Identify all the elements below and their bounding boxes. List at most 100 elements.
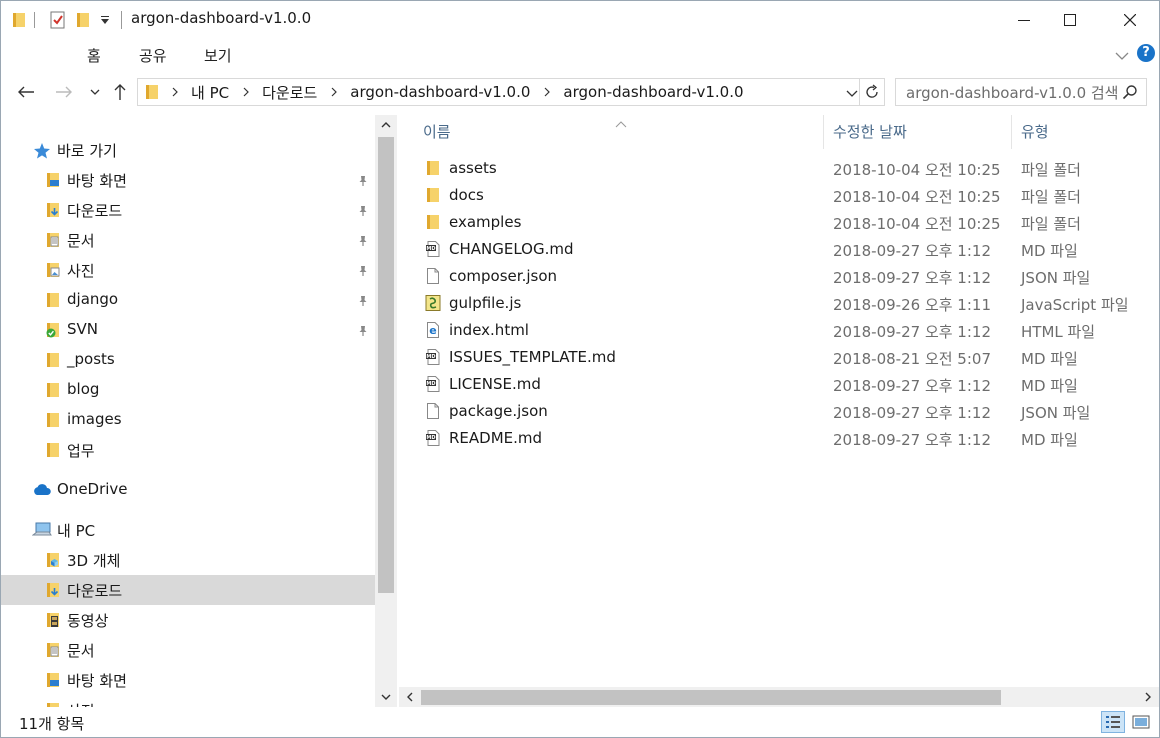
- tab-view[interactable]: 보기: [204, 45, 232, 66]
- column-header-name[interactable]: 이름: [423, 121, 451, 142]
- new-folder-icon[interactable]: [75, 10, 91, 30]
- search-input[interactable]: argon-dashboard-v1.0.0 검색: [895, 78, 1147, 106]
- up-arrow-icon: [114, 84, 126, 100]
- expand-ribbon-icon[interactable]: [1115, 47, 1129, 65]
- pin-icon[interactable]: [357, 173, 369, 191]
- file-type: HTML 파일: [1021, 323, 1096, 341]
- svg-text:MD: MD: [426, 435, 435, 441]
- chevron-right-icon[interactable]: [544, 87, 551, 97]
- file-row[interactable]: examples 2018-10-04 오전 10:25 파일 폴더: [399, 209, 1159, 236]
- nav-pane-scrollbar[interactable]: [375, 115, 397, 707]
- file-name: ISSUES_TEMPLATE.md: [449, 348, 616, 366]
- minimize-button[interactable]: [1001, 1, 1047, 39]
- scroll-right-icon[interactable]: [1137, 687, 1159, 707]
- sidebar-item[interactable]: 다운로드: [1, 195, 375, 225]
- breadcrumb-this-pc[interactable]: 내 PC: [191, 82, 229, 103]
- properties-icon[interactable]: [49, 10, 67, 30]
- column-divider[interactable]: [823, 115, 824, 149]
- scrollbar-thumb[interactable]: [378, 137, 394, 593]
- back-button[interactable]: [15, 81, 37, 103]
- nav-item-label: 다운로드: [67, 202, 123, 220]
- scroll-down-icon[interactable]: [375, 687, 397, 707]
- file-row[interactable]: gulpfile.js 2018-09-26 오후 1:11 JavaScript …: [399, 290, 1159, 317]
- file-row[interactable]: MD CHANGELOG.md 2018-09-27 오후 1:12 MD 파일: [399, 236, 1159, 263]
- nav-quick-access[interactable]: 바로 가기: [1, 135, 375, 165]
- chevron-right-icon[interactable]: [172, 87, 179, 97]
- forward-arrow-icon: [56, 86, 72, 98]
- recent-locations-button[interactable]: [84, 81, 106, 103]
- chevron-down-icon: [90, 89, 100, 95]
- sidebar-item[interactable]: 바탕 화면: [1, 165, 375, 195]
- column-divider[interactable]: [1011, 115, 1012, 149]
- sidebar-item[interactable]: 업무: [1, 435, 375, 465]
- file-date: 2018-09-27 오후 1:12: [833, 242, 991, 260]
- large-icons-view-button[interactable]: [1129, 711, 1153, 733]
- file-row[interactable]: assets 2018-10-04 오전 10:25 파일 폴더: [399, 155, 1159, 182]
- breadcrumb-downloads[interactable]: 다운로드: [262, 82, 317, 103]
- file-row[interactable]: MD LICENSE.md 2018-09-27 오후 1:12 MD 파일: [399, 371, 1159, 398]
- pin-icon[interactable]: [357, 323, 369, 341]
- file-row[interactable]: package.json 2018-09-27 오후 1:12 JSON 파일: [399, 398, 1159, 425]
- file-date: 2018-08-21 오전 5:07: [833, 350, 991, 368]
- file-row[interactable]: docs 2018-10-04 오전 10:25 파일 폴더: [399, 182, 1159, 209]
- folder-icon: [45, 442, 61, 458]
- sidebar-item[interactable]: 문서: [1, 225, 375, 255]
- tab-home[interactable]: 홈: [87, 45, 101, 66]
- file-type: JSON 파일: [1021, 404, 1091, 422]
- file-name: composer.json: [449, 267, 558, 285]
- sidebar-item[interactable]: blog: [1, 375, 375, 405]
- file-name: index.html: [449, 321, 529, 339]
- toolbar-divider: [34, 10, 35, 30]
- scrollbar-thumb[interactable]: [421, 690, 1001, 705]
- file-row[interactable]: e index.html 2018-09-27 오후 1:12 HTML 파일: [399, 317, 1159, 344]
- column-header-date[interactable]: 수정한 날짜: [833, 121, 907, 142]
- address-bar[interactable]: 내 PC 다운로드 argon-dashboard-v1.0.0 argon-d…: [137, 78, 885, 106]
- close-button[interactable]: [1107, 1, 1153, 39]
- file-row[interactable]: MD ISSUES_TEMPLATE.md 2018-08-21 오전 5:07 MD…: [399, 344, 1159, 371]
- breadcrumb-parent-folder[interactable]: argon-dashboard-v1.0.0: [350, 83, 530, 101]
- search-icon[interactable]: [1122, 84, 1138, 104]
- sidebar-item[interactable]: 문서: [1, 635, 375, 665]
- maximize-button[interactable]: [1047, 1, 1093, 39]
- file-row[interactable]: MD README.md 2018-09-27 오후 1:12 MD 파일: [399, 425, 1159, 452]
- file-name: LICENSE.md: [449, 375, 541, 393]
- tab-share[interactable]: 공유: [139, 45, 167, 66]
- pin-icon[interactable]: [357, 203, 369, 221]
- sidebar-item[interactable]: SVN: [1, 315, 375, 345]
- sidebar-item[interactable]: django: [1, 285, 375, 315]
- address-history-chevron-icon[interactable]: [846, 85, 858, 103]
- star-icon: [33, 142, 50, 159]
- nav-this-pc[interactable]: 내 PC: [1, 515, 375, 545]
- sidebar-item[interactable]: 바탕 화면: [1, 665, 375, 695]
- sidebar-item[interactable]: 사진: [1, 695, 375, 707]
- scroll-left-icon[interactable]: [399, 687, 421, 707]
- documents-folder-icon: [45, 642, 61, 658]
- md-file-icon: MD: [425, 430, 441, 446]
- nav-onedrive[interactable]: OneDrive: [1, 475, 375, 505]
- breadcrumb-current-folder[interactable]: argon-dashboard-v1.0.0: [563, 83, 743, 101]
- column-header-type[interactable]: 유형: [1021, 121, 1049, 142]
- up-button[interactable]: [109, 81, 131, 103]
- folder-icon: [45, 352, 61, 368]
- chevron-right-icon[interactable]: [243, 87, 250, 97]
- sidebar-item[interactable]: 동영상: [1, 605, 375, 635]
- chevron-right-icon[interactable]: [331, 87, 338, 97]
- forward-button[interactable]: [53, 81, 75, 103]
- scroll-up-icon[interactable]: [375, 115, 397, 135]
- nav-item-label: images: [67, 410, 122, 428]
- sidebar-item[interactable]: 사진: [1, 255, 375, 285]
- details-view-button[interactable]: [1101, 711, 1125, 733]
- sidebar-item[interactable]: _posts: [1, 345, 375, 375]
- pin-icon[interactable]: [357, 233, 369, 251]
- file-row[interactable]: composer.json 2018-09-27 오후 1:12 JSON 파일: [399, 263, 1159, 290]
- pin-icon[interactable]: [357, 263, 369, 281]
- sidebar-item[interactable]: 다운로드: [1, 575, 375, 605]
- refresh-button[interactable]: [859, 79, 883, 105]
- quick-access-folder-icon[interactable]: [11, 10, 27, 30]
- file-list-horizontal-scrollbar[interactable]: [399, 687, 1159, 707]
- pin-icon[interactable]: [357, 293, 369, 311]
- help-icon[interactable]: ?: [1137, 44, 1155, 62]
- sidebar-item[interactable]: 3D 개체: [1, 545, 375, 575]
- customize-toolbar-icon[interactable]: [99, 10, 111, 30]
- sidebar-item[interactable]: images: [1, 405, 375, 435]
